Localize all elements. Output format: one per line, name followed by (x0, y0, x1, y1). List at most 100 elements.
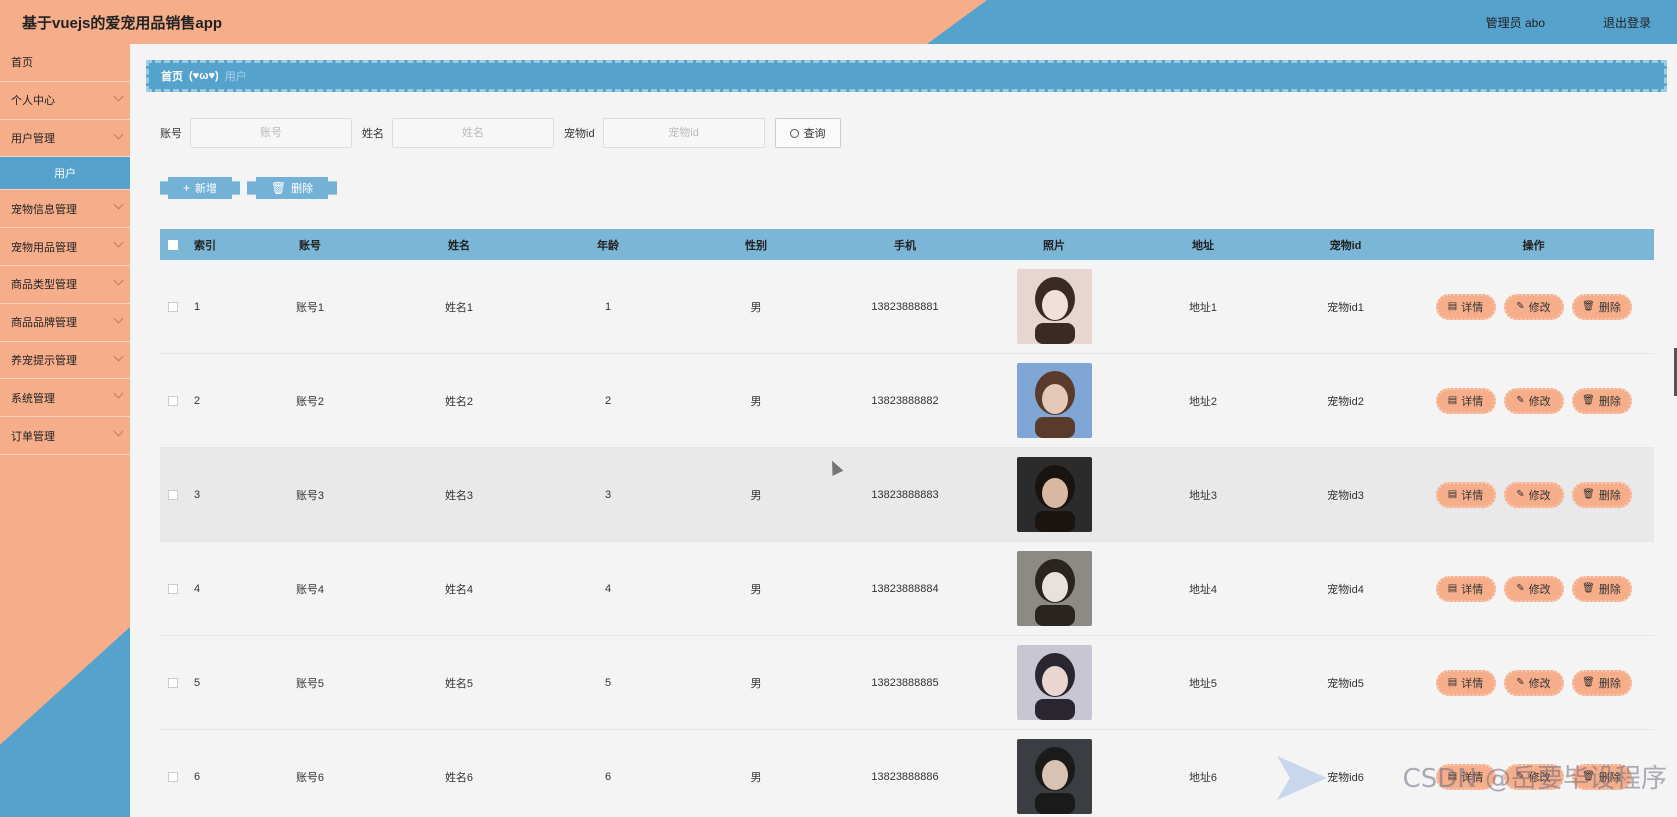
query-button[interactable]: 查询 (774, 118, 841, 148)
trash-icon: 🗑 (1582, 677, 1595, 688)
table-row: 3 账号3 姓名3 3 男 13823888883 地址3 宠物id3 ▤ 详情 ✎ 修改 🗑 删除 (160, 448, 1654, 542)
select-all-cell (160, 239, 186, 250)
delete-button-label: 删除 (1598, 583, 1621, 596)
row-checkbox[interactable] (168, 583, 178, 594)
document-icon: ▤ (1447, 489, 1458, 500)
document-icon: ▤ (1447, 677, 1458, 688)
sidebar-item-1[interactable]: 个人中心 (0, 82, 130, 120)
sidebar-item-label: 个人中心 (11, 95, 55, 108)
trash-icon: 🗑 (1582, 489, 1595, 500)
row-checkbox[interactable] (168, 489, 178, 500)
sidebar-item-8[interactable]: 养宠提示管理 (0, 342, 130, 380)
delete-button[interactable]: 🗑 删除 (1571, 293, 1632, 320)
cell-gender: 男 (750, 583, 762, 596)
header-decoration (927, 0, 1677, 44)
select-all-checkbox[interactable] (168, 239, 178, 250)
chevron-down-icon (113, 91, 124, 102)
batch-delete-button[interactable]: 🗑 删除 (247, 177, 337, 199)
edit-button[interactable]: ✎ 修改 (1503, 293, 1564, 320)
cell-phone: 13823888886 (871, 770, 939, 783)
sidebar-item-6[interactable]: 商品类型管理 (0, 266, 130, 304)
chevron-down-icon (113, 388, 124, 399)
avatar (1016, 457, 1092, 532)
avatar (1016, 363, 1092, 438)
header-operations: 操作 (1522, 239, 1545, 252)
row-checkbox[interactable] (168, 771, 178, 782)
edit-button-label: 修改 (1528, 301, 1551, 314)
cell-index: 2 (194, 394, 201, 407)
batch-delete-label: 删除 (291, 183, 314, 195)
cell-phone: 13823888885 (871, 676, 939, 689)
sidebar-item-2[interactable]: 用户管理 (0, 120, 130, 158)
detail-button[interactable]: ▤ 详情 (1435, 669, 1496, 696)
edit-button[interactable]: ✎ 修改 (1503, 481, 1564, 508)
row-checkbox[interactable] (168, 677, 178, 688)
add-button[interactable]: + 新增 (160, 177, 240, 199)
sidebar-item-10[interactable]: 订单管理 (0, 417, 130, 455)
breadcrumb-home[interactable]: 首页 (161, 68, 183, 84)
trash-icon: 🗑 (1582, 583, 1595, 594)
pencil-icon: ✎ (1516, 395, 1525, 406)
cell-address: 地址6 (1188, 771, 1218, 784)
cell-name: 姓名5 (444, 677, 474, 690)
avatar (1016, 645, 1092, 720)
table-row: 4 账号4 姓名4 4 男 13823888884 地址4 宠物id4 ▤ 详情 ✎ 修改 🗑 删除 (160, 542, 1654, 636)
delete-button[interactable]: 🗑 删除 (1571, 481, 1632, 508)
cell-gender: 男 (750, 489, 762, 502)
row-select-cell (160, 771, 186, 782)
cell-photo (980, 269, 1128, 344)
cell-name: 姓名3 (444, 489, 474, 502)
chevron-down-icon (113, 313, 124, 324)
logout-link[interactable]: 退出登录 (1603, 14, 1651, 31)
breadcrumb: 首页 (♥ω♥) 用户 (146, 60, 1667, 92)
detail-button[interactable]: ▤ 详情 (1435, 387, 1496, 414)
plus-icon: + (182, 181, 190, 195)
delete-button-label: 删除 (1598, 489, 1621, 502)
edit-button-label: 修改 (1528, 489, 1551, 502)
document-icon: ▤ (1447, 583, 1458, 594)
cell-operations: ▤ 详情 ✎ 修改 🗑 删除 (1413, 387, 1654, 414)
delete-button[interactable]: 🗑 删除 (1571, 575, 1632, 602)
edit-button[interactable]: ✎ 修改 (1503, 669, 1564, 696)
cell-operations: ▤ 详情 ✎ 修改 🗑 删除 (1413, 481, 1654, 508)
sidebar-item-0[interactable]: 首页 (0, 44, 130, 82)
name-label: 姓名 (362, 128, 384, 140)
pencil-icon: ✎ (1516, 583, 1525, 594)
delete-button[interactable]: 🗑 删除 (1571, 387, 1632, 414)
sidebar-item-label: 用户 (54, 168, 76, 181)
name-search-input[interactable] (392, 118, 554, 148)
edit-button[interactable]: ✎ 修改 (1503, 387, 1564, 414)
sidebar-item-7[interactable]: 商品品牌管理 (0, 304, 130, 342)
detail-button-label: 详情 (1461, 489, 1484, 502)
sidebar-item-3[interactable]: 用户 (0, 157, 130, 191)
pet-id-search-input[interactable] (602, 118, 765, 148)
sidebar-item-5[interactable]: 宠物用品管理 (0, 228, 130, 266)
row-checkbox[interactable] (168, 395, 178, 406)
breadcrumb-current: 用户 (224, 71, 247, 83)
add-button-label: 新增 (195, 183, 217, 195)
pencil-icon: ✎ (1516, 489, 1525, 500)
row-checkbox[interactable] (168, 301, 178, 312)
cell-photo (980, 363, 1128, 438)
detail-button[interactable]: ▤ 详情 (1435, 293, 1496, 320)
sidebar: 首页个人中心用户管理用户宠物信息管理 宠物用品管理 商品类型管理 商品品牌管理 养宠提示… (0, 44, 130, 817)
top-header: 基于vuejs的爱宠用品销售app 管理员 abo 退出登录 (0, 0, 1677, 44)
sidebar-item-4[interactable]: 宠物信息管理 (0, 190, 130, 229)
chevron-down-icon (113, 426, 124, 437)
edit-button[interactable]: ✎ 修改 (1503, 575, 1564, 602)
cell-index: 3 (194, 488, 201, 501)
header-address: 地址 (1192, 239, 1214, 252)
watermark-logo-icon (1277, 756, 1327, 800)
cell-photo (980, 645, 1128, 720)
sidebar-item-9[interactable]: 系统管理 (0, 379, 130, 418)
account-search-input[interactable] (190, 118, 352, 148)
cell-gender: 男 (750, 301, 762, 314)
row-select-cell (160, 489, 186, 500)
delete-button-label: 删除 (1598, 677, 1621, 690)
detail-button[interactable]: ▤ 详情 (1435, 575, 1496, 602)
cell-gender: 男 (750, 771, 762, 784)
cell-gender: 男 (750, 395, 762, 408)
detail-button[interactable]: ▤ 详情 (1435, 481, 1496, 508)
breadcrumb-separator: (♥ω♥) (189, 70, 219, 82)
delete-button[interactable]: 🗑 删除 (1571, 669, 1632, 696)
